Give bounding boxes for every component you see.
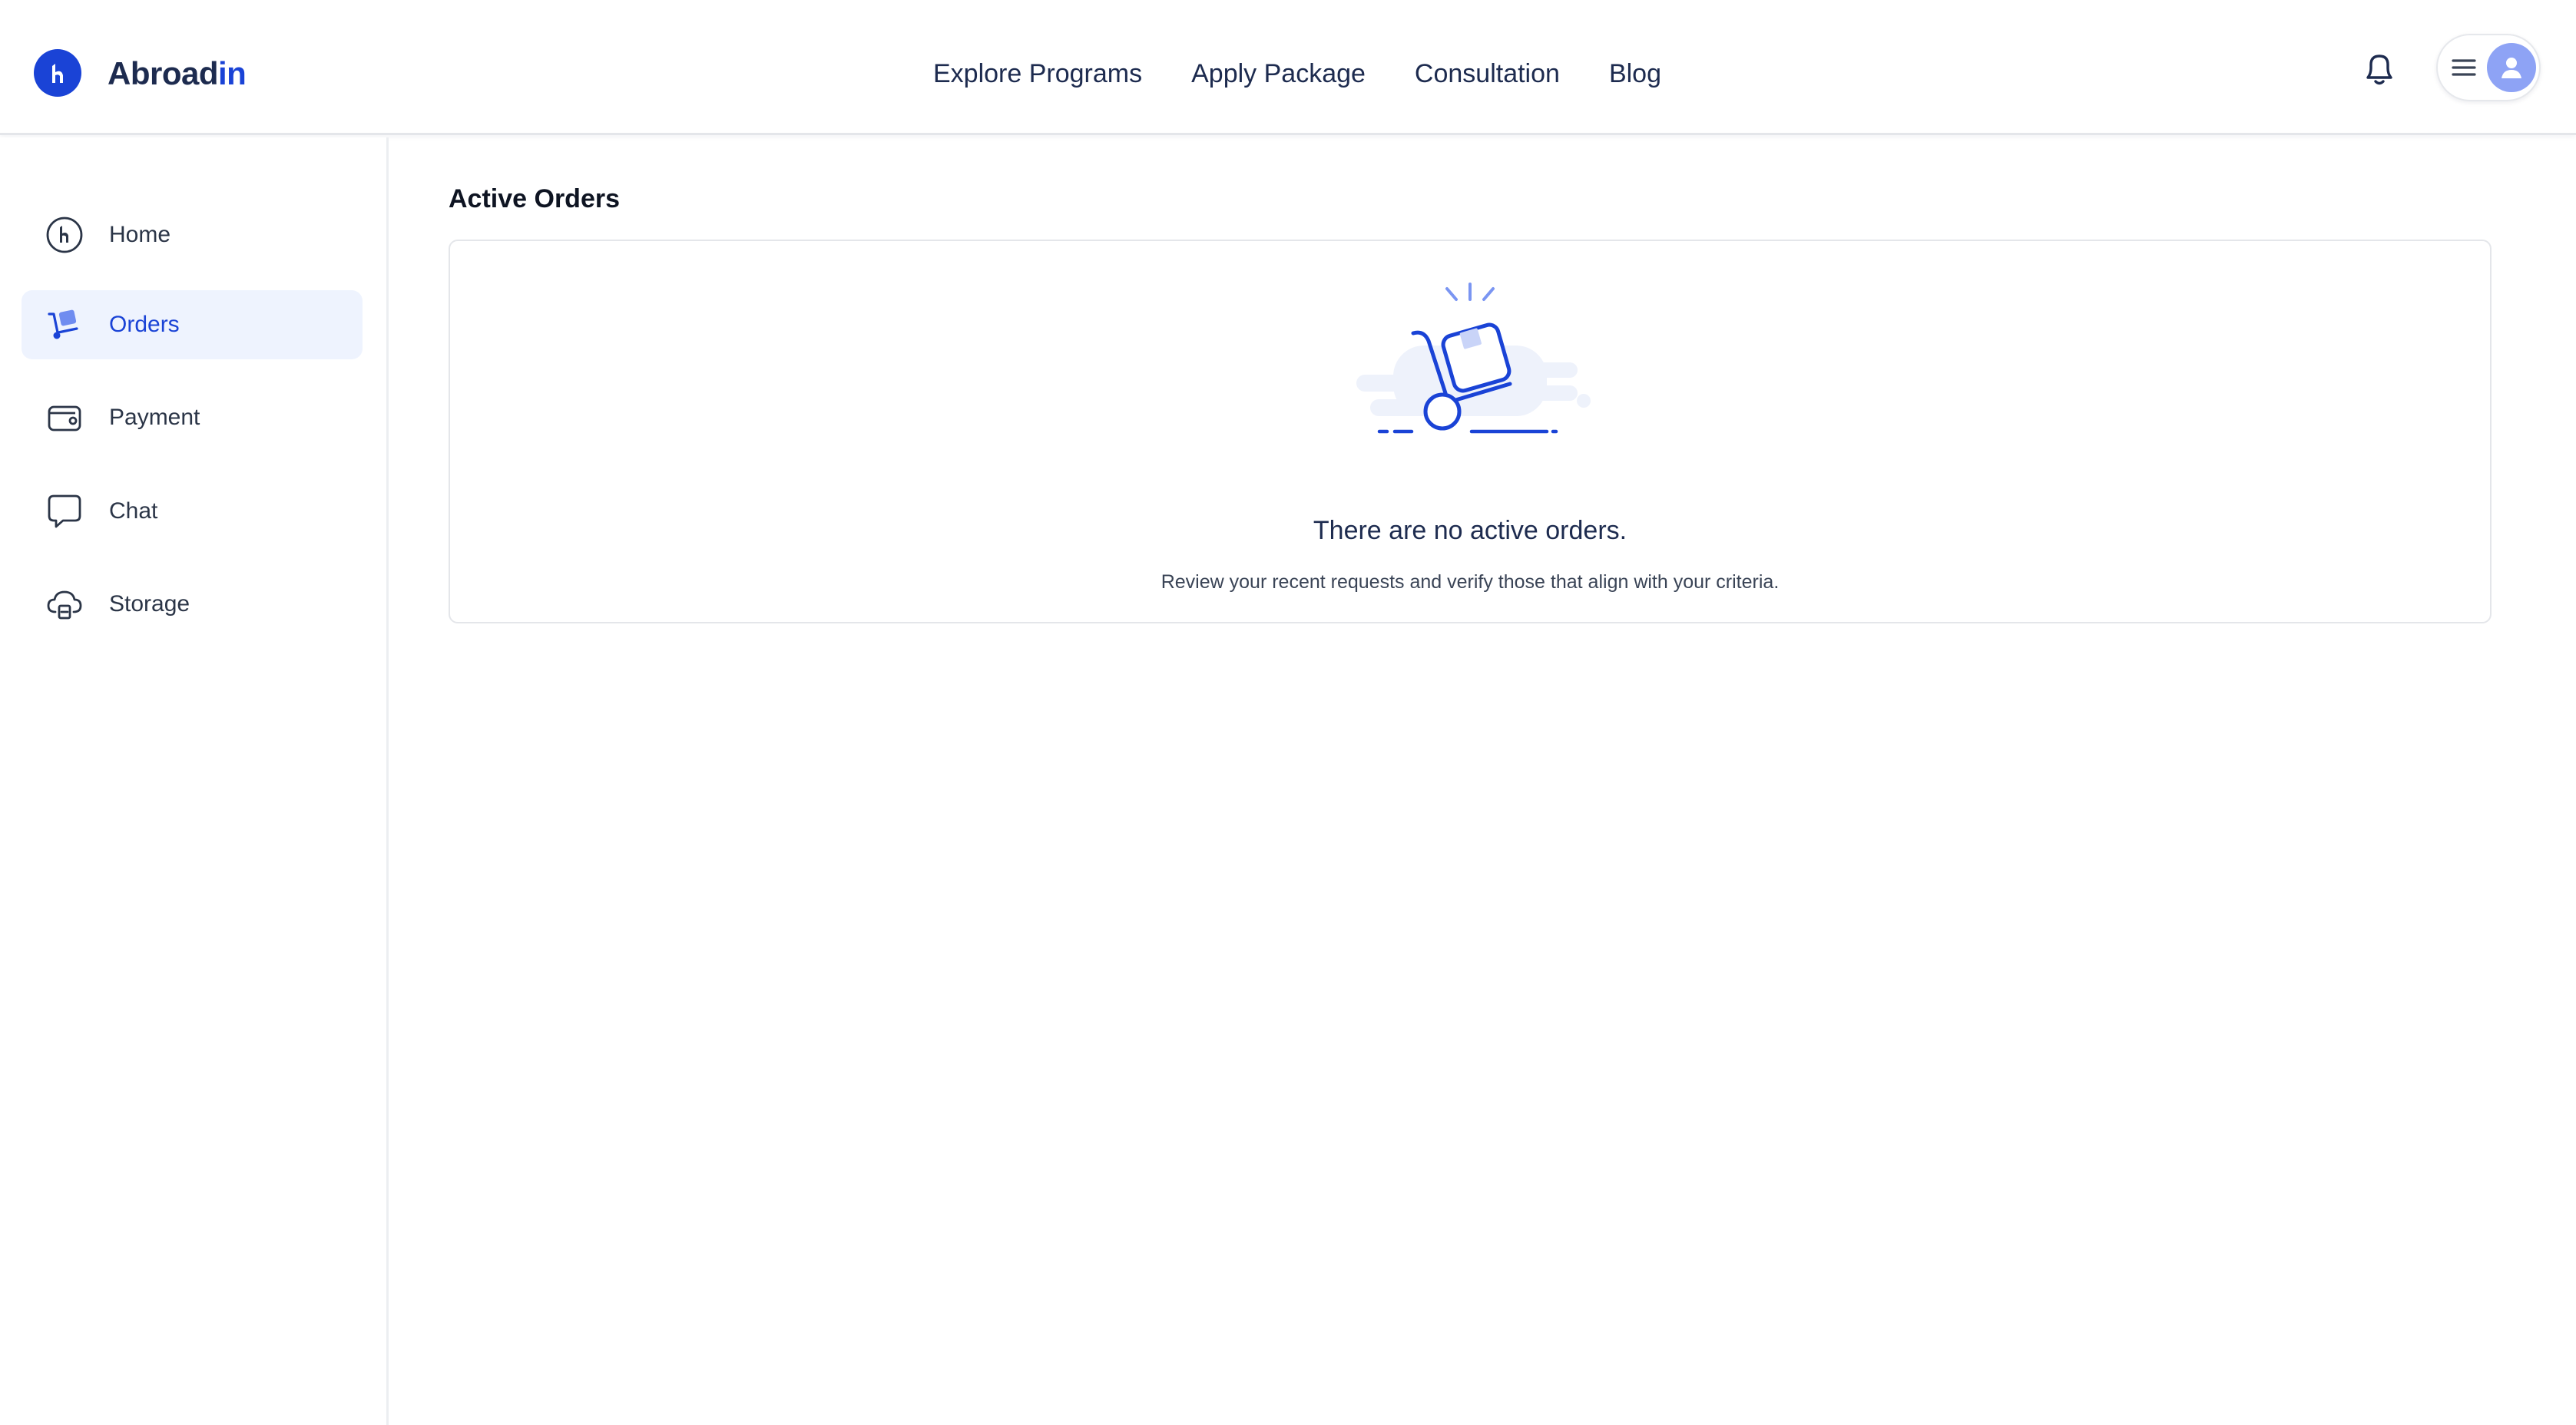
active-orders-card: There are no active orders. Review your …	[449, 240, 2492, 623]
hamburger-menu-icon	[2452, 59, 2476, 76]
hand-truck-icon	[45, 305, 84, 345]
sidebar-item-label: Home	[109, 222, 171, 247]
sidebar-item-home[interactable]: Home	[22, 200, 363, 269]
page-title: Active Orders	[449, 184, 620, 213]
sidebar-item-label: Chat	[109, 498, 158, 524]
sidebar-item-storage[interactable]: Storage	[22, 570, 363, 639]
sidebar-item-label: Payment	[109, 405, 200, 430]
top-navigation-bar: Abroad in Explore Programs Apply Package …	[0, 0, 2576, 135]
sidebar-item-chat[interactable]: Chat	[22, 477, 363, 546]
sidebar-item-label: Orders	[109, 312, 180, 337]
nav-consultation[interactable]: Consultation	[1415, 54, 1560, 94]
sidebar: Home Orders Payment Chat Storage	[0, 137, 389, 1425]
brand-name[interactable]: Abroad in	[108, 51, 247, 97]
empty-state-title: There are no active orders.	[1313, 516, 1627, 545]
sidebar-item-label: Storage	[109, 591, 190, 617]
sidebar-item-orders[interactable]: Orders	[22, 290, 363, 359]
brand-name-part2: in	[218, 55, 247, 91]
main-nav: Explore Programs Apply Package Consultat…	[0, 54, 2576, 94]
logo-mark-icon[interactable]	[34, 49, 81, 97]
sidebar-item-payment[interactable]: Payment	[22, 383, 363, 452]
nav-explore-programs[interactable]: Explore Programs	[933, 54, 1142, 94]
chat-bubble-icon	[45, 491, 84, 531]
hand-truck-package-icon	[1339, 278, 1601, 447]
user-avatar-icon	[2487, 43, 2536, 92]
cloud-storage-icon	[45, 584, 84, 624]
nav-apply-package[interactable]: Apply Package	[1191, 54, 1366, 94]
home-logo-icon	[45, 215, 84, 255]
empty-state-subtitle: Review your recent requests and verify t…	[1161, 571, 1780, 593]
brand-name-part1: Abroad	[108, 55, 219, 91]
nav-blog[interactable]: Blog	[1609, 54, 1661, 94]
bell-icon[interactable]	[2358, 48, 2401, 91]
user-menu-button[interactable]	[2436, 34, 2541, 101]
wallet-icon	[45, 398, 84, 438]
